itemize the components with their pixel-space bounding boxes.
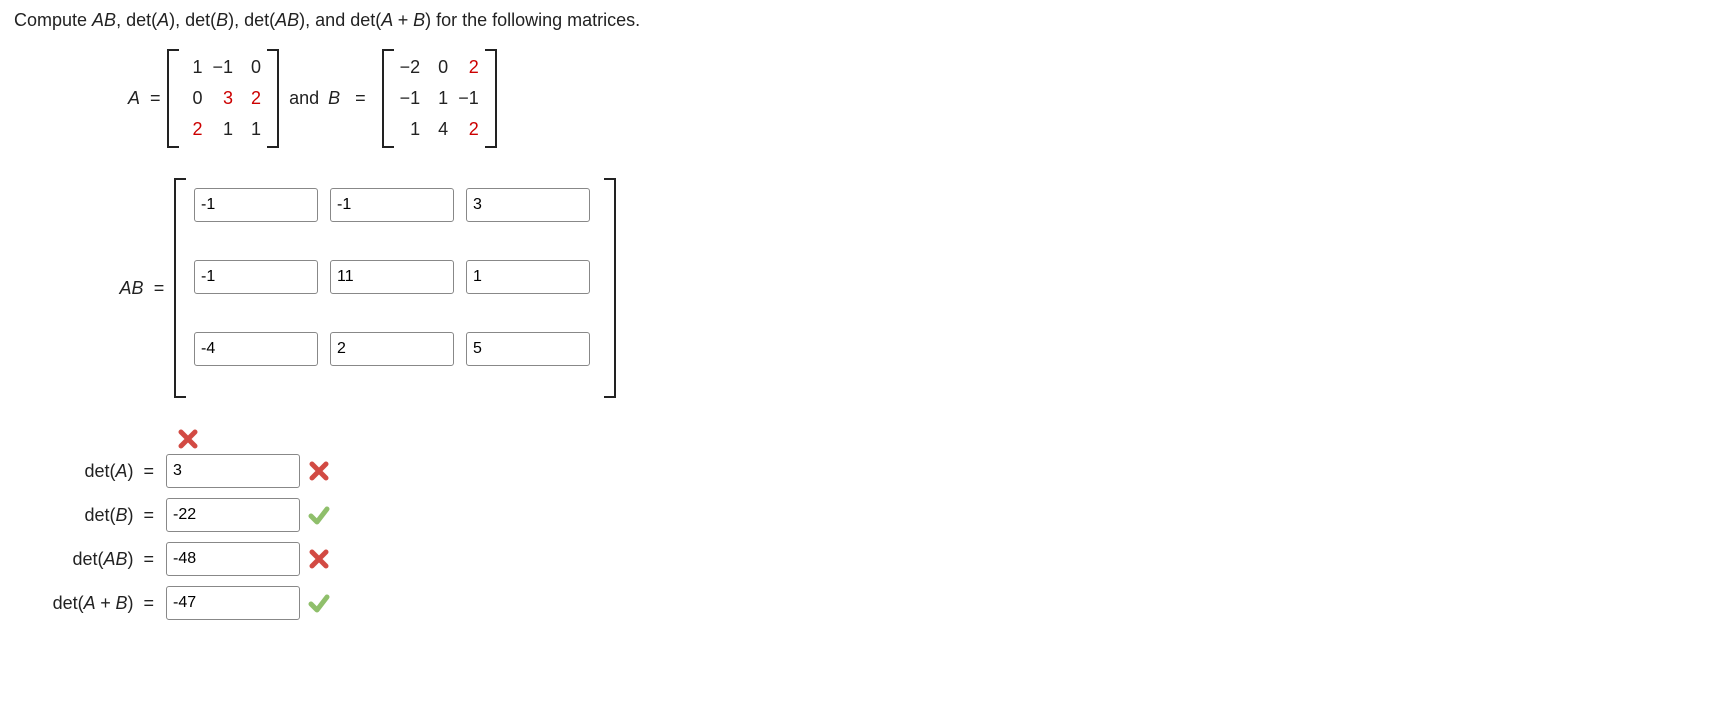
det-label: det(B) = — [14, 505, 160, 526]
check-icon — [308, 592, 330, 614]
det-input[interactable] — [166, 498, 300, 532]
matrix-cell: 1 — [430, 88, 448, 109]
ab-cell-input[interactable] — [466, 260, 590, 294]
check-icon — [308, 504, 330, 526]
matrix-AB-mark — [169, 428, 1716, 452]
matrix-cell: −1 — [213, 57, 234, 78]
matrix-AB-inputs — [186, 178, 604, 398]
matrix-cell: 2 — [458, 57, 479, 78]
matrix-definitions: A = 1−10032211 and B = −202−11−1142 — [124, 49, 1716, 148]
matrix-A: 1−10032211 — [167, 49, 280, 148]
det-row: det(A) = — [14, 454, 1716, 488]
det-label: det(A + B) = — [14, 593, 160, 614]
det-input[interactable] — [166, 454, 300, 488]
matrix-cell: 3 — [213, 88, 234, 109]
matrix-A-label: A — [128, 88, 140, 109]
question-prompt: Compute AB, det(A), det(B), det(AB), and… — [14, 10, 1716, 31]
det-input[interactable] — [166, 542, 300, 576]
det-row: det(A + B) = — [14, 586, 1716, 620]
det-row: det(B) = — [14, 498, 1716, 532]
det-label: det(AB) = — [14, 549, 160, 570]
matrix-cell: 1 — [400, 119, 421, 140]
determinant-answers: det(A) = det(B) = det(AB) = det(A + B) = — [14, 454, 1716, 620]
AB-label: AB — [119, 278, 143, 298]
ab-cell-input[interactable] — [466, 188, 590, 222]
matrix-cell: 0 — [185, 88, 203, 109]
matrix-B-label: B — [328, 88, 340, 108]
det-input[interactable] — [166, 586, 300, 620]
cross-icon — [308, 548, 330, 570]
matrix-cell: 0 — [243, 57, 261, 78]
matrix-cell: 4 — [430, 119, 448, 140]
and-text: and — [289, 88, 319, 108]
ab-cell-input[interactable] — [330, 188, 454, 222]
matrix-cell: 2 — [185, 119, 203, 140]
product-AB-row: AB = — [74, 178, 1716, 398]
matrix-B: −202−11−1142 — [382, 49, 497, 148]
prompt-text: Compute — [14, 10, 92, 30]
matrix-cell: 2 — [243, 88, 261, 109]
equals-sign: = — [150, 88, 161, 109]
ab-cell-input[interactable] — [194, 332, 318, 366]
det-label: det(A) = — [14, 461, 160, 482]
matrix-cell: 1 — [185, 57, 203, 78]
matrix-cell: 2 — [458, 119, 479, 140]
ab-cell-input[interactable] — [194, 188, 318, 222]
cross-icon — [177, 428, 199, 450]
matrix-cell: 1 — [243, 119, 261, 140]
matrix-cell: 1 — [213, 119, 234, 140]
ab-cell-input[interactable] — [330, 332, 454, 366]
ab-cell-input[interactable] — [194, 260, 318, 294]
ab-cell-input[interactable] — [466, 332, 590, 366]
matrix-cell: −1 — [458, 88, 479, 109]
matrix-cell: −1 — [400, 88, 421, 109]
ab-cell-input[interactable] — [330, 260, 454, 294]
matrix-cell: −2 — [400, 57, 421, 78]
matrix-cell: 0 — [430, 57, 448, 78]
cross-icon — [308, 460, 330, 482]
det-row: det(AB) = — [14, 542, 1716, 576]
prompt-var: AB — [92, 10, 116, 30]
